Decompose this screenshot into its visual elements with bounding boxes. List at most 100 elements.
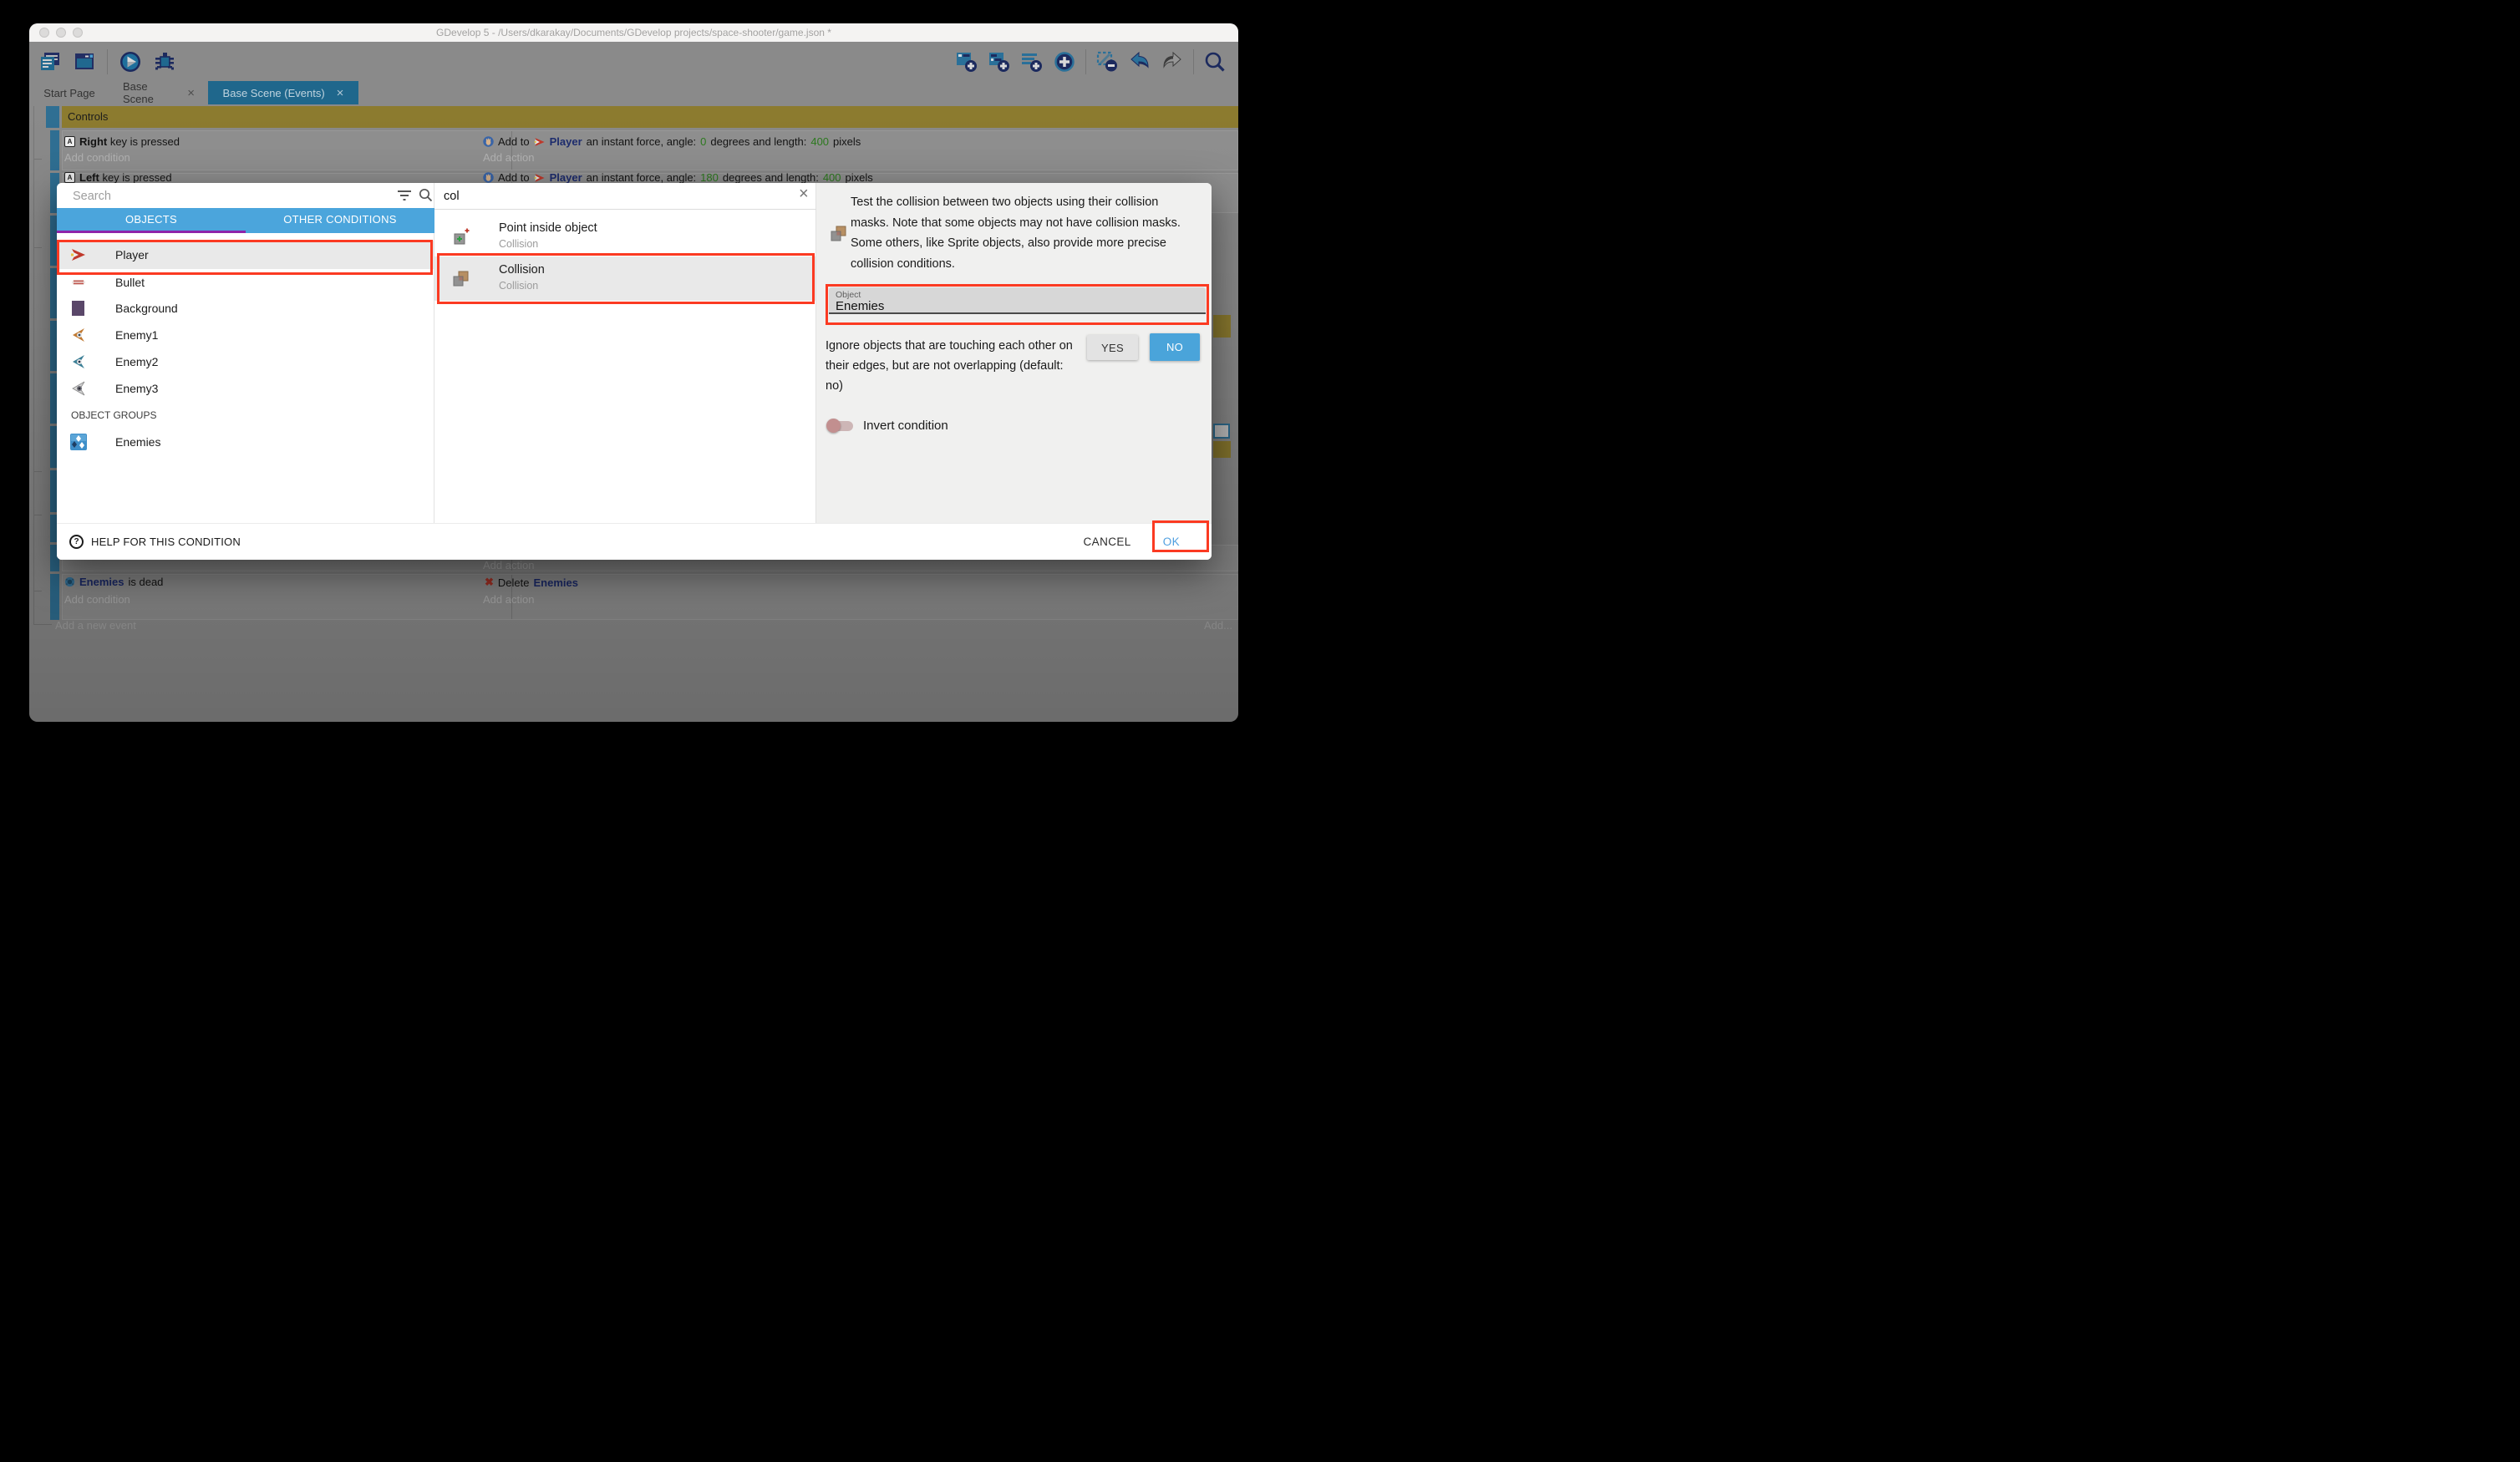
enemy-mini-icon bbox=[64, 576, 75, 587]
event-group-title: Controls bbox=[68, 110, 108, 123]
add-sub-event-icon[interactable] bbox=[988, 50, 1011, 74]
condition-filter-input[interactable] bbox=[442, 186, 780, 206]
project-manager-icon[interactable] bbox=[38, 50, 62, 74]
result-point-inside-object[interactable]: Point inside object Collision bbox=[434, 216, 815, 256]
result-collision[interactable]: Collision Collision bbox=[434, 256, 815, 301]
search-icon[interactable] bbox=[419, 188, 433, 202]
keyboard-key-icon: A bbox=[64, 136, 75, 147]
object-row-enemy3[interactable]: Enemy3 bbox=[57, 375, 434, 402]
toolbar-divider bbox=[107, 49, 108, 74]
dialog-left-panel: OBJECTS OTHER CONDITIONS Player Bullet B… bbox=[57, 183, 434, 524]
tab-close-icon[interactable]: × bbox=[187, 87, 195, 99]
enemy3-icon bbox=[70, 380, 87, 397]
invert-condition-toggle[interactable] bbox=[828, 421, 853, 431]
tree-guide-stub bbox=[33, 624, 52, 625]
toolbar-divider bbox=[1193, 49, 1194, 74]
clear-search-icon[interactable]: × bbox=[799, 185, 809, 204]
object-row-background[interactable]: Background bbox=[57, 295, 434, 322]
active-tab-underline bbox=[57, 231, 246, 233]
object-field[interactable]: Object Enemies bbox=[829, 287, 1206, 314]
hidden-field-sliver bbox=[1213, 424, 1230, 439]
add-action-link[interactable]: Add action bbox=[483, 559, 534, 571]
filter-icon[interactable] bbox=[398, 190, 411, 201]
add-more-link[interactable]: Add... bbox=[1204, 619, 1232, 632]
add-comment-icon[interactable] bbox=[1020, 50, 1044, 74]
toggle-thumb bbox=[826, 419, 841, 433]
object-row-enemy1[interactable]: Enemy1 bbox=[57, 322, 434, 348]
object-row-enemy2[interactable]: Enemy2 bbox=[57, 348, 434, 375]
redo-icon[interactable] bbox=[1161, 50, 1184, 74]
search-divider bbox=[434, 209, 816, 210]
tab-other-conditions[interactable]: OTHER CONDITIONS bbox=[246, 208, 434, 231]
add-condition-link[interactable]: Add condition bbox=[64, 593, 130, 606]
action-text[interactable]: Add to Player an instant force, angle: 0… bbox=[483, 135, 861, 148]
condition-description: Test the collision between two objects u… bbox=[851, 192, 1188, 274]
event-strip[interactable] bbox=[50, 574, 59, 620]
ok-button[interactable]: OK bbox=[1163, 536, 1180, 548]
add-action-link[interactable]: Add action bbox=[483, 593, 534, 606]
condition-text[interactable]: Enemies is dead bbox=[64, 576, 163, 588]
add-event-icon[interactable] bbox=[955, 50, 978, 74]
tab-label: Start Page bbox=[43, 87, 94, 99]
no-button[interactable]: NO bbox=[1150, 333, 1200, 361]
tab-label: Base Scene bbox=[123, 80, 175, 105]
delete-event-icon[interactable] bbox=[1095, 50, 1119, 74]
help-icon: ? bbox=[69, 535, 84, 549]
search-events-icon[interactable] bbox=[1203, 50, 1227, 74]
main-toolbar bbox=[29, 42, 1238, 81]
titlebar: GDevelop 5 - /Users/dkarakay/Documents/G… bbox=[29, 23, 1238, 43]
undo-icon[interactable] bbox=[1128, 50, 1151, 74]
hidden-group-header-sliver bbox=[1213, 441, 1231, 458]
dialog-tabbar: OBJECTS OTHER CONDITIONS bbox=[57, 208, 434, 233]
enemies-group-icon bbox=[70, 434, 87, 450]
tab-base-scene[interactable]: Base Scene × bbox=[109, 81, 208, 104]
tab-objects[interactable]: OBJECTS bbox=[57, 208, 246, 231]
play-preview-icon[interactable] bbox=[119, 50, 142, 74]
tree-guide-stub bbox=[33, 471, 42, 472]
event-row[interactable] bbox=[62, 574, 1238, 620]
object-row-bullet[interactable]: Bullet bbox=[57, 269, 434, 295]
tree-guide-stub bbox=[33, 247, 42, 248]
action-text[interactable]: ✖ Delete Enemies bbox=[485, 576, 578, 589]
add-action-link[interactable]: Add action bbox=[483, 151, 534, 164]
add-new-event-link[interactable]: Add a new event bbox=[55, 619, 136, 632]
tab-label: Base Scene (Events) bbox=[223, 87, 325, 99]
condition-text[interactable]: A Right key is pressed bbox=[64, 135, 180, 148]
debugger-icon[interactable] bbox=[153, 50, 176, 74]
tab-start-page[interactable]: Start Page bbox=[29, 81, 109, 104]
tab-base-scene-events[interactable]: Base Scene (Events) × bbox=[208, 81, 358, 104]
dialog-detail-panel: Test the collision between two objects u… bbox=[816, 183, 1212, 524]
condition-text[interactable]: A Left key is pressed bbox=[64, 171, 172, 184]
help-button[interactable]: ? HELP FOR THIS CONDITION bbox=[69, 535, 241, 549]
object-groups-header: OBJECT GROUPS bbox=[71, 409, 156, 421]
cancel-button[interactable]: CANCEL bbox=[1084, 536, 1131, 548]
yes-button[interactable]: YES bbox=[1087, 335, 1138, 360]
action-text[interactable]: Add to Player an instant force, angle: 1… bbox=[483, 171, 873, 184]
add-other-event-icon[interactable] bbox=[1053, 50, 1076, 74]
player-mini-icon bbox=[534, 172, 546, 184]
hidden-group-header-sliver bbox=[1213, 315, 1231, 338]
window-title: GDevelop 5 - /Users/dkarakay/Documents/G… bbox=[29, 23, 1238, 42]
collision-icon bbox=[830, 225, 848, 243]
tree-guide-line bbox=[33, 106, 34, 625]
event-group-header[interactable]: Controls bbox=[62, 106, 1238, 128]
enemy1-icon bbox=[70, 327, 87, 343]
event-group-handle[interactable] bbox=[46, 106, 59, 128]
delete-x-icon: ✖ bbox=[485, 576, 494, 589]
event-strip[interactable] bbox=[50, 130, 59, 170]
keyboard-key-icon: A bbox=[64, 172, 75, 183]
tab-close-icon[interactable]: × bbox=[337, 87, 344, 99]
editor-tabbar: Start Page Base Scene × Base Scene (Even… bbox=[29, 81, 1238, 104]
add-condition-link[interactable]: Add condition bbox=[64, 151, 130, 164]
player-mini-icon bbox=[534, 136, 546, 148]
object-search-input[interactable] bbox=[71, 186, 392, 206]
player-icon bbox=[70, 246, 87, 263]
object-row-player[interactable]: Player bbox=[57, 241, 434, 269]
object-row-group-enemies[interactable]: Enemies bbox=[57, 429, 434, 455]
help-label: HELP FOR THIS CONDITION bbox=[91, 536, 241, 548]
object-field-value: Enemies bbox=[836, 299, 884, 313]
scene-window-icon[interactable] bbox=[73, 50, 96, 74]
enemy2-icon bbox=[70, 353, 87, 370]
tree-guide-stub bbox=[33, 159, 42, 160]
ignore-touching-label: Ignore objects that are touching each ot… bbox=[826, 336, 1076, 396]
